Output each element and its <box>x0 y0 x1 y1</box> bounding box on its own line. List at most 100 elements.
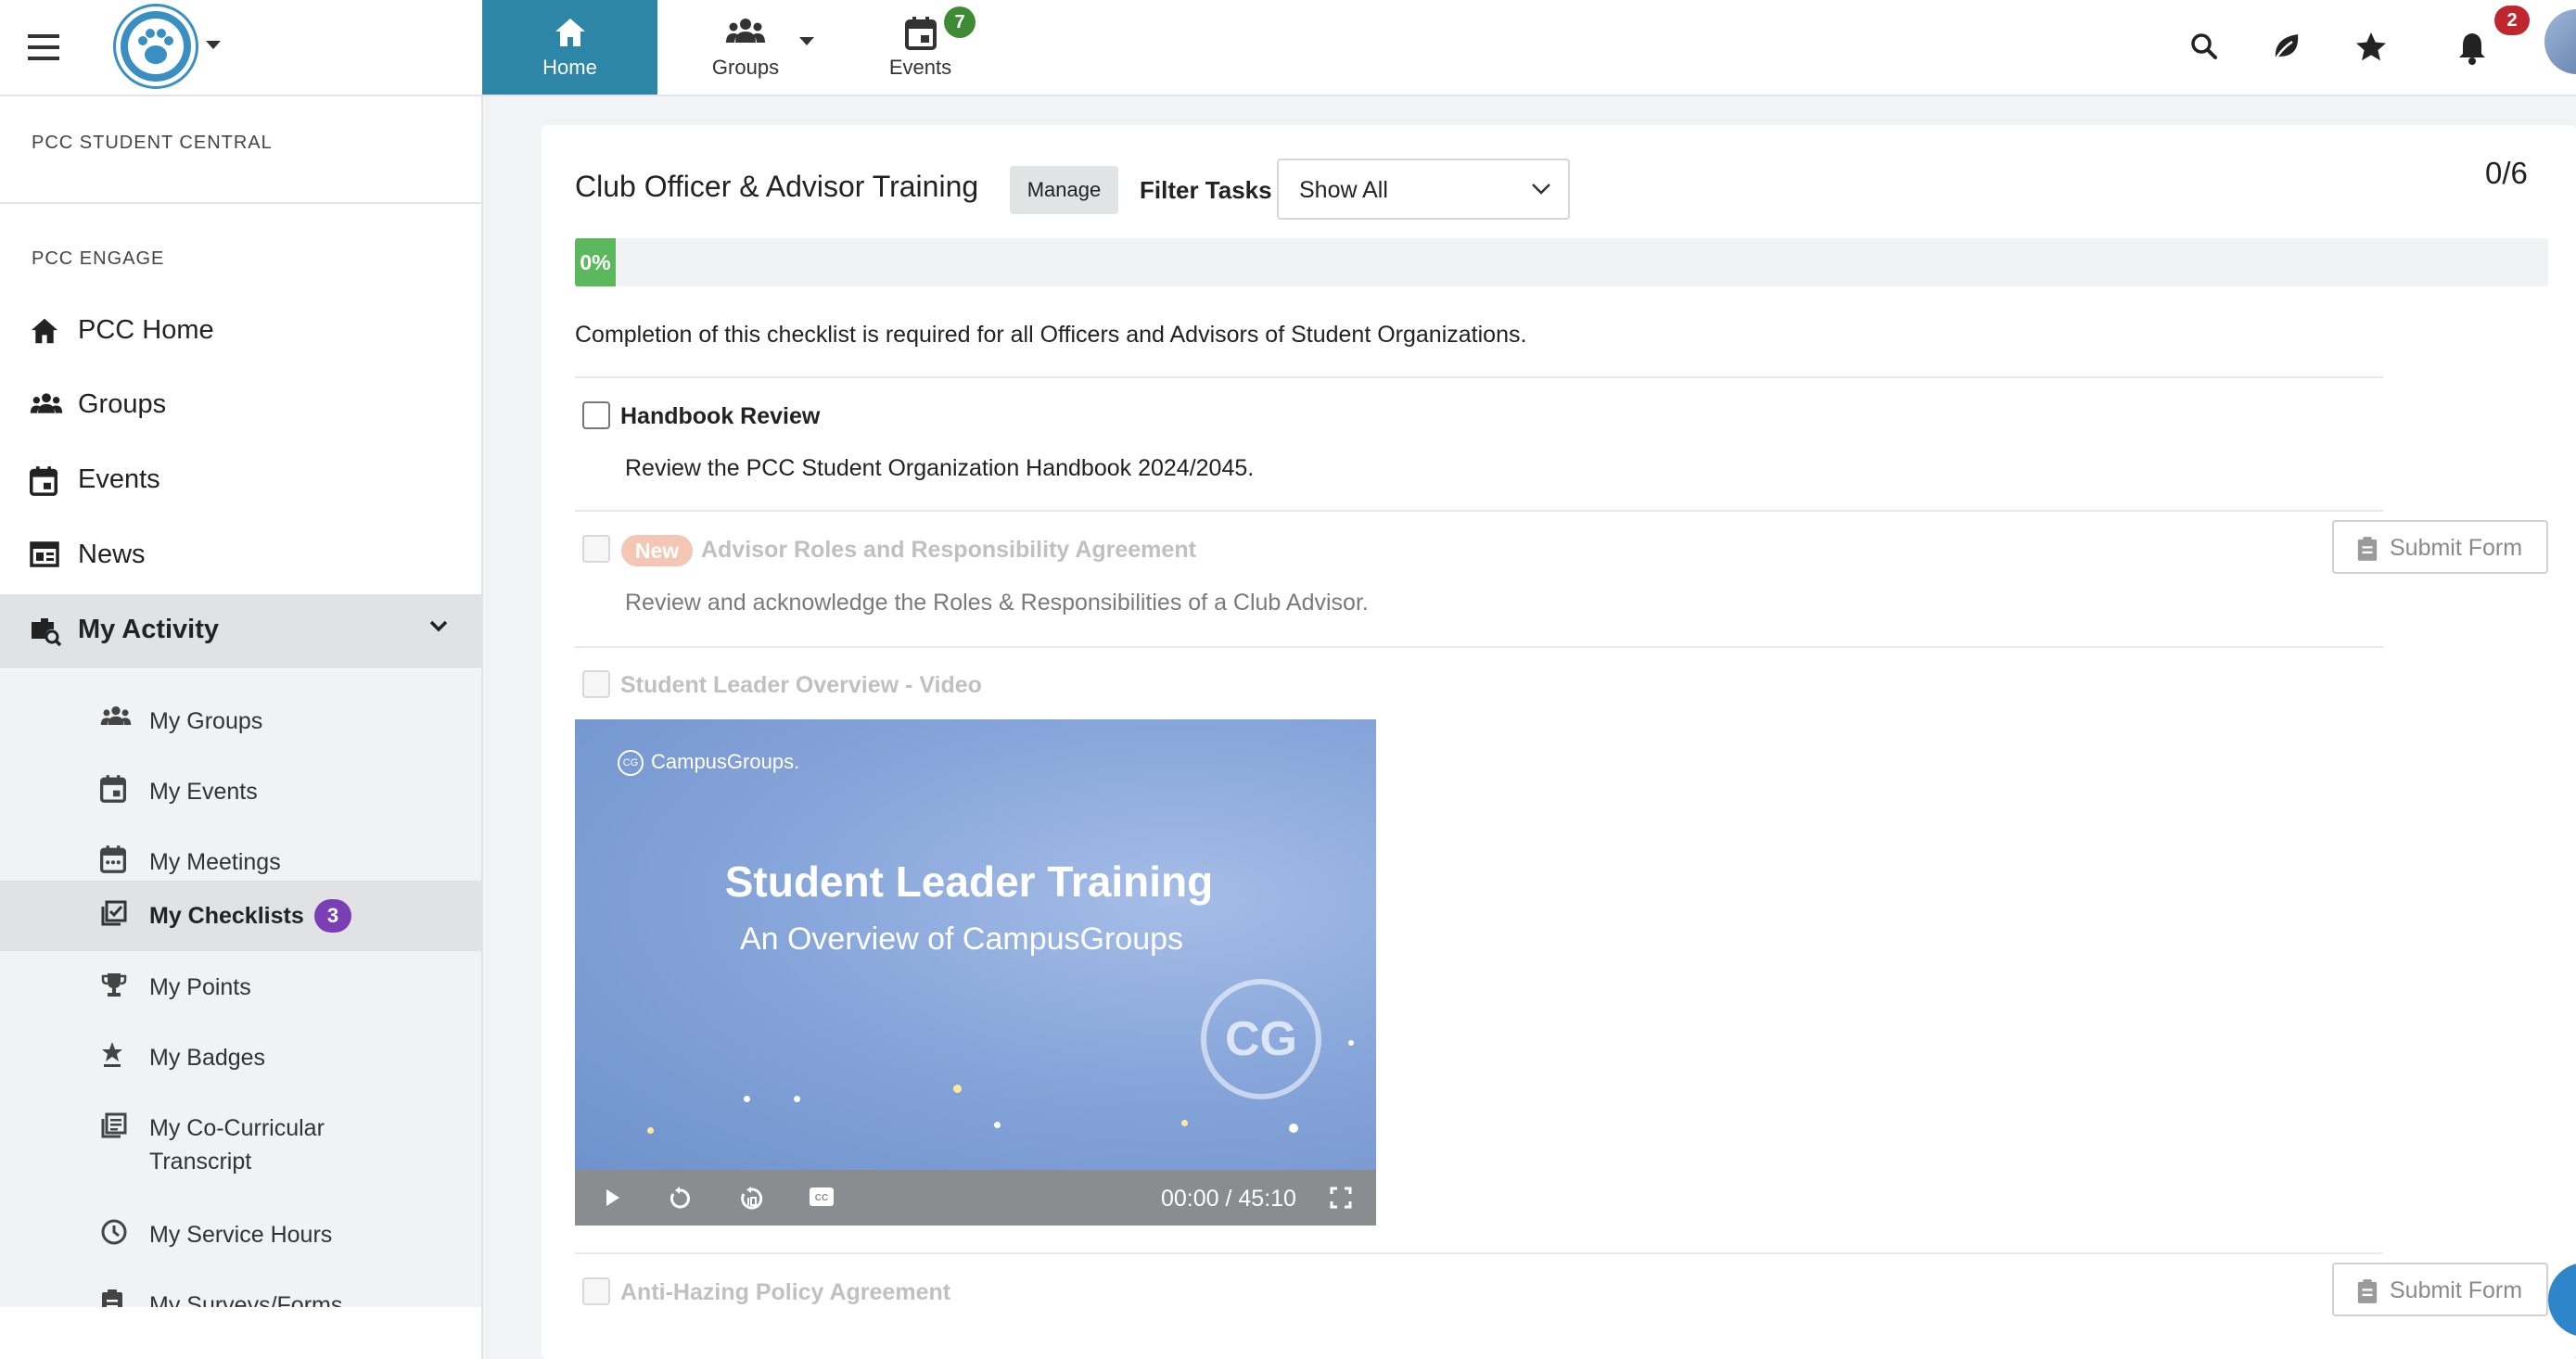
video-brand: CG CampusGroups. <box>618 750 799 777</box>
sidebar-subitem-my-service-hours[interactable]: My Service Hours <box>0 1200 481 1270</box>
task-description-handbook: Review the PCC Student Organization Hand… <box>625 455 1255 481</box>
task-checkbox-video[interactable] <box>582 670 610 698</box>
sidebar-item-pcc-home[interactable]: PCC Home <box>0 295 481 369</box>
campusgroups-logo-icon: CG <box>618 750 644 777</box>
sidebar-footer <box>0 1307 481 1359</box>
sparkle <box>744 1096 750 1102</box>
divider <box>575 376 2383 378</box>
task-checkbox-advisor-agreement[interactable] <box>582 535 610 563</box>
video-title: Student Leader Training <box>724 857 1214 906</box>
task-title-advisor-agreement: Advisor Roles and Responsibility Agreeme… <box>701 537 1196 563</box>
sidebar-subitem-label: My Checklists <box>149 903 304 929</box>
captions-label: CC <box>815 1193 828 1203</box>
sidebar-item-events[interactable]: Events <box>0 444 481 518</box>
sidebar-subitem-label: My Groups <box>149 708 263 734</box>
checklists-count-badge: 3 <box>314 899 351 933</box>
nav-groups[interactable]: Groups <box>686 0 805 95</box>
sidebar-section-engage: PCC ENGAGE <box>32 248 165 269</box>
divider <box>575 510 2383 512</box>
sidebar-item-my-activity[interactable]: My Activity <box>0 594 481 668</box>
sidebar-subitem-my-groups[interactable]: My Groups <box>0 686 481 756</box>
sidebar-subitem-my-transcript[interactable]: My Co-Curricular Transcript <box>0 1093 481 1200</box>
star-icon[interactable] <box>2351 27 2391 68</box>
nav-home-label: Home <box>542 56 597 79</box>
submit-form-label: Submit Form <box>2390 535 2523 561</box>
events-count-badge: 7 <box>944 6 976 38</box>
sparkle <box>1348 1040 1354 1046</box>
restart-icon[interactable] <box>668 1187 692 1211</box>
submit-form-button[interactable]: Submit Form <box>2332 1263 2548 1316</box>
newspaper-icon <box>30 541 59 567</box>
submit-form-label: Submit Form <box>2390 1277 2523 1303</box>
sidebar-subitem-label: My Service Hours <box>149 1222 333 1248</box>
notification-count-badge: 2 <box>2494 6 2530 35</box>
task-checkbox-anti-hazing[interactable] <box>582 1277 610 1305</box>
trophy-icon <box>100 971 128 998</box>
fullscreen-icon[interactable] <box>1330 1187 1352 1209</box>
play-icon[interactable] <box>601 1187 623 1209</box>
manage-button[interactable]: Manage <box>1010 166 1118 214</box>
video-subtitle: An Overview of CampusGroups <box>739 921 1184 957</box>
menu-icon[interactable] <box>28 32 65 62</box>
completion-count: 0/6 <box>2485 156 2528 190</box>
chevron-down-icon[interactable] <box>429 620 448 633</box>
groups-icon <box>30 391 63 415</box>
sparkle <box>1289 1124 1298 1133</box>
paw-logo[interactable] <box>113 4 198 89</box>
nav-groups-label: Groups <box>711 56 780 79</box>
transcript-icon <box>100 1111 128 1139</box>
progress-fill: 0% <box>575 238 616 286</box>
video-player[interactable]: CG CampusGroups. Student Leader Training … <box>575 719 1376 1226</box>
captions-icon[interactable]: CC <box>809 1187 835 1207</box>
checklist-title: Club Officer & Advisor Training <box>575 170 979 203</box>
nav-home[interactable]: Home <box>482 0 657 95</box>
sidebar-subitem-label: My Badges <box>149 1045 266 1071</box>
divider <box>575 1252 2383 1254</box>
sidebar-item-label: Events <box>78 464 160 494</box>
nav-events-label: Events <box>888 56 952 79</box>
submit-form-button[interactable]: Submit Form <box>2332 520 2548 574</box>
calendar-icon <box>30 466 57 496</box>
sidebar-subitem-my-checklists[interactable]: My Checklists <box>0 881 481 951</box>
caret-down-icon[interactable] <box>799 37 814 46</box>
sidebar-item-news[interactable]: News <box>0 519 481 593</box>
video-time: 00:00 / 45:10 <box>1161 1186 1296 1212</box>
sidebar-subitem-my-surveys[interactable]: My Surveys/Forms <box>0 1270 481 1307</box>
groups-icon <box>100 705 132 727</box>
meetings-icon <box>100 845 126 873</box>
calendar-icon <box>100 775 126 803</box>
sparkle <box>1181 1120 1188 1126</box>
caret-down-icon[interactable] <box>206 41 221 50</box>
leaf-icon[interactable] <box>2266 27 2307 68</box>
bell-icon[interactable] <box>2452 27 2493 68</box>
home-icon <box>30 317 59 345</box>
task-checkbox-handbook[interactable] <box>582 401 610 429</box>
chevron-down-icon <box>1531 183 1551 196</box>
sparkle <box>647 1127 654 1134</box>
task-title-video: Student Leader Overview - Video <box>620 672 982 698</box>
sidebar-section-student-central[interactable]: PCC STUDENT CENTRAL <box>32 133 273 154</box>
home-icon <box>554 17 587 48</box>
sidebar-subitem-my-badges[interactable]: My Badges <box>0 1022 481 1093</box>
rewind-10-icon[interactable] <box>738 1187 764 1211</box>
clipboard-icon <box>100 1289 124 1307</box>
sidebar-item-label: PCC Home <box>78 315 214 345</box>
sparkle <box>953 1085 962 1093</box>
sidebar-item-groups[interactable]: Groups <box>0 369 481 443</box>
sidebar-divider <box>0 202 481 204</box>
clock-icon <box>100 1218 128 1246</box>
video-controls: CC 00:00 / 45:10 <box>575 1170 1376 1226</box>
sparkle <box>794 1096 800 1102</box>
filter-tasks-label: Filter Tasks <box>1140 176 1272 204</box>
sidebar-item-label: My Activity <box>78 615 220 644</box>
sidebar-subitem-my-events[interactable]: My Events <box>0 756 481 827</box>
sparkle <box>994 1122 1001 1128</box>
sidebar-item-label: News <box>78 540 146 569</box>
sidebar-subitem-label: My Co-Curricular Transcript <box>149 1115 325 1175</box>
sidebar-subitem-my-points[interactable]: My Points <box>0 952 481 1022</box>
checklist-icon <box>100 899 128 927</box>
filter-tasks-select[interactable]: Show All <box>1277 159 1570 220</box>
search-icon[interactable] <box>2185 27 2225 68</box>
groups-icon <box>725 17 766 44</box>
cg-emblem: CG <box>1201 979 1321 1099</box>
